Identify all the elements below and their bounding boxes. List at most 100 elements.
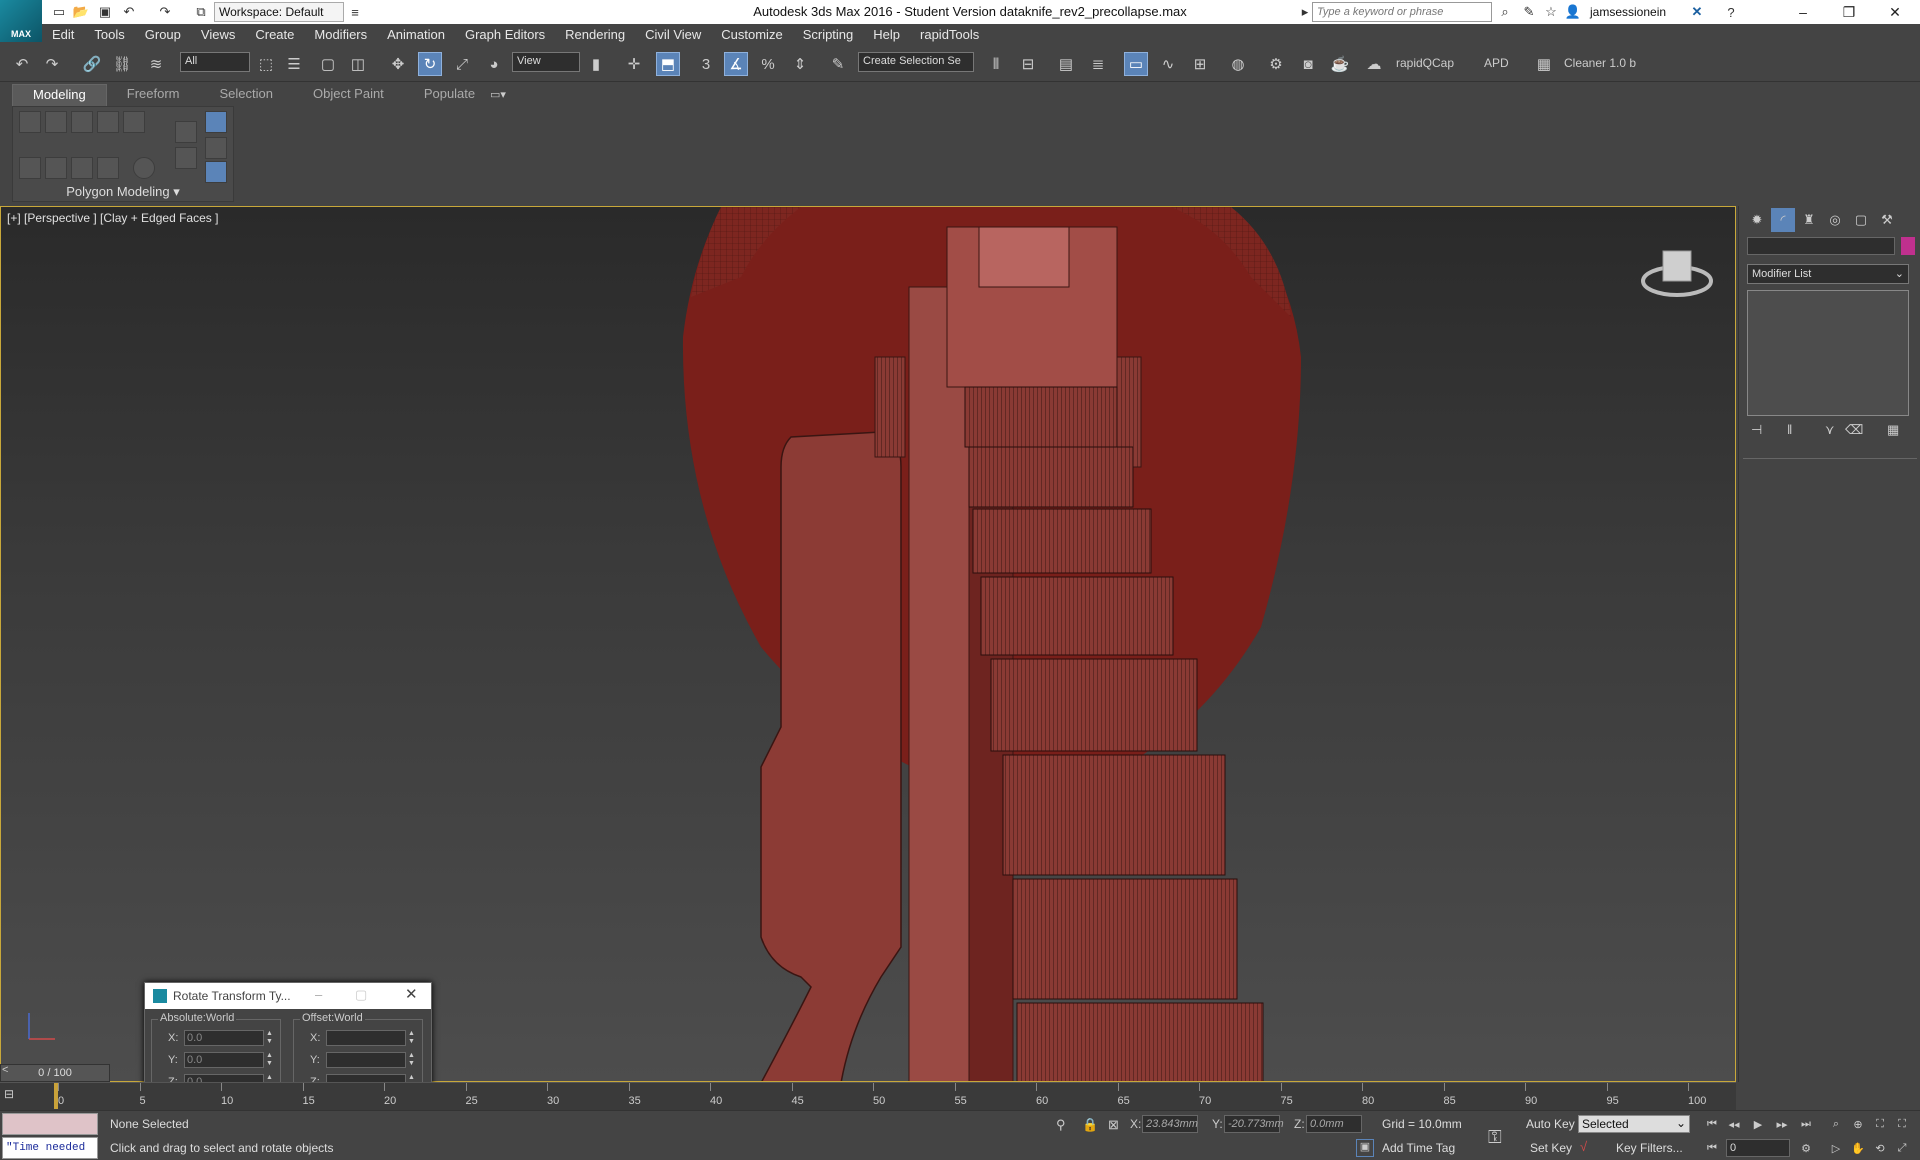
help-icon[interactable]: ? — [1722, 3, 1740, 21]
close-icon[interactable]: ✕ — [405, 985, 418, 1003]
restore-button[interactable]: ❐ — [1826, 0, 1872, 24]
off-x-spinner-icon[interactable]: ▲ ▼ — [408, 1030, 416, 1046]
field-of-view-icon[interactable]: ▷ — [1826, 1139, 1846, 1157]
ribbon-options-icon[interactable]: ▭▾ — [490, 88, 506, 101]
menu-graph-editors[interactable]: Graph Editors — [455, 24, 555, 46]
ribbon-tab-object-paint[interactable]: Object Paint — [293, 84, 404, 106]
menu-edit[interactable]: Edit — [42, 24, 84, 46]
ribbon-tab-populate[interactable]: Populate — [404, 84, 495, 106]
polygon-modeling-label[interactable]: Polygon Modeling ▾ — [12, 182, 234, 202]
absolute-mode-icon[interactable]: ⊠ — [1108, 1117, 1119, 1133]
set-keys-icon[interactable]: ⚿ — [1488, 1127, 1502, 1148]
named-selection-sets-dropdown[interactable]: Create Selection Se — [858, 52, 974, 72]
z-coord-field[interactable]: 0.0mm — [1306, 1115, 1362, 1133]
binoculars-icon[interactable]: ⌕ — [1496, 3, 1514, 21]
render-production-icon[interactable]: ☕ — [1328, 52, 1352, 76]
isolate-selection-icon[interactable]: ⚲ — [1056, 1117, 1066, 1133]
utilities-tab-icon[interactable]: ⚒ — [1875, 208, 1899, 232]
time-configuration-icon[interactable]: ⚙ — [1796, 1139, 1816, 1157]
go-to-end-icon[interactable]: ⏭ — [1796, 1115, 1816, 1133]
menu-views[interactable]: Views — [191, 24, 245, 46]
orbit-icon[interactable]: ⟲ — [1870, 1139, 1890, 1157]
favorites-icon[interactable]: ☆ — [1542, 3, 1560, 21]
remove-modifier-icon[interactable]: ⌫ — [1845, 422, 1863, 438]
key-mode-toggle-icon[interactable]: ⏮ — [1702, 1139, 1722, 1157]
key-mode-icon[interactable]: √ — [1580, 1139, 1587, 1154]
close-button[interactable]: ✕ — [1872, 0, 1918, 24]
previous-frame-icon[interactable]: ◂◂ — [1724, 1115, 1744, 1133]
perspective-viewport[interactable]: [+] [Perspective ] [Clay + Edged Faces ] — [0, 206, 1736, 1082]
edge-icon[interactable] — [45, 111, 67, 133]
menu-rendering[interactable]: Rendering — [555, 24, 635, 46]
rapidqcap-button[interactable]: rapidQCap — [1396, 56, 1454, 70]
hierarchy-tab-icon[interactable]: ♜ — [1797, 208, 1821, 232]
keyboard-shortcut-override-icon[interactable]: ⬒ — [656, 52, 680, 76]
viewport-label[interactable]: [+] [Perspective ] [Clay + Edged Faces ] — [7, 211, 218, 225]
maximize-icon[interactable]: ▢ — [355, 987, 367, 1003]
quick-access-menu-icon[interactable]: ≡ — [346, 3, 364, 21]
select-and-rotate-icon[interactable]: ↻ — [418, 52, 442, 76]
selection-lock-icon[interactable]: 🔒 — [1082, 1117, 1098, 1133]
zoom-extents-all-icon[interactable]: ⛶ — [1892, 1115, 1912, 1133]
vertex-icon[interactable] — [19, 111, 41, 133]
render-setup-icon[interactable]: ⚙ — [1264, 52, 1288, 76]
select-by-name-icon[interactable]: ☰ — [282, 52, 306, 76]
select-and-scale-icon[interactable]: ⤢ — [450, 52, 474, 76]
align-icon[interactable]: ⊟ — [1016, 52, 1040, 76]
redo-icon[interactable]: ↷ — [156, 3, 174, 21]
auto-key-button[interactable]: Auto Key — [1526, 1117, 1575, 1131]
ribbon-toggle-icon[interactable]: ▭ — [1124, 52, 1148, 76]
dialog-title[interactable]: Rotate Transform Ty... — [145, 983, 431, 1009]
maxscript-listener-output[interactable] — [2, 1113, 98, 1135]
material-editor-icon[interactable]: ◍ — [1226, 52, 1250, 76]
x-coord-field[interactable]: 23.843mm — [1142, 1115, 1198, 1133]
unlink-icon[interactable]: ⛓ — [110, 52, 134, 76]
select-object-icon[interactable]: ⬚ — [254, 52, 278, 76]
menu-create[interactable]: Create — [245, 24, 304, 46]
modifier-stack[interactable] — [1747, 290, 1909, 416]
pin-stack-icon[interactable]: ⊣ — [1751, 422, 1762, 438]
cleaner-button[interactable]: Cleaner 1.0 b — [1564, 56, 1636, 70]
menu-rapidtools[interactable]: rapidTools — [910, 24, 989, 46]
exchange-icon[interactable]: ✕ — [1688, 3, 1706, 21]
pin-stack-icon[interactable] — [175, 121, 197, 143]
viewcube-icon[interactable] — [1637, 231, 1717, 311]
add-time-tag-button[interactable]: Add Time Tag — [1382, 1141, 1455, 1155]
ribbon-tab-modeling[interactable]: Modeling — [12, 84, 107, 106]
modify-mode-icon[interactable] — [19, 157, 41, 179]
render-in-cloud-icon[interactable]: ☁ — [1362, 52, 1386, 76]
select-manipulate-icon[interactable]: ✛ — [622, 52, 646, 76]
previous-modifier-icon[interactable] — [205, 137, 227, 159]
cleaner-icon[interactable]: ▦ — [1532, 52, 1556, 76]
off-y-input[interactable] — [326, 1052, 406, 1068]
snaps-toggle-icon[interactable]: 3 — [694, 52, 718, 76]
user-name[interactable]: jamsessionein — [1590, 0, 1666, 24]
layer-explorer-icon[interactable]: ≣ — [1086, 52, 1110, 76]
reference-coordinate-dropdown[interactable]: View — [512, 52, 580, 72]
time-prev-icon[interactable]: < — [2, 1064, 8, 1076]
menu-scripting[interactable]: Scripting — [793, 24, 864, 46]
toggle-command-mode-icon[interactable] — [133, 157, 155, 179]
select-and-place-icon[interactable]: ◕ — [482, 52, 506, 76]
collapse-stack-icon[interactable] — [97, 157, 119, 179]
abs-y-spinner-icon[interactable]: ▲ ▼ — [266, 1052, 274, 1068]
project-folder-icon[interactable]: ⧉ — [192, 3, 210, 21]
ribbon-tab-freeform[interactable]: Freeform — [107, 84, 200, 106]
configure-modifier-sets-icon[interactable]: ▦ — [1887, 422, 1899, 438]
abs-x-input[interactable]: 0.0 — [184, 1030, 264, 1046]
curve-editor-icon[interactable]: ∿ — [1156, 52, 1180, 76]
pan-view-icon[interactable]: ✋ — [1848, 1139, 1868, 1157]
off-y-spinner-icon[interactable]: ▲ ▼ — [408, 1052, 416, 1068]
zoom-all-icon[interactable]: ⊕ — [1848, 1115, 1868, 1133]
schematic-view-icon[interactable]: ⊞ — [1188, 52, 1212, 76]
menu-modifiers[interactable]: Modifiers — [304, 24, 377, 46]
undo-icon[interactable]: ↶ — [120, 3, 138, 21]
search-input[interactable]: Type a keyword or phrase — [1312, 2, 1492, 22]
off-x-input[interactable] — [326, 1030, 406, 1046]
select-and-link-icon[interactable]: 🔗 — [80, 52, 104, 76]
next-modifier-icon[interactable] — [205, 111, 227, 133]
object-name-input[interactable] — [1747, 237, 1895, 255]
generate-topology-icon[interactable] — [205, 161, 227, 183]
maxscript-mini-listener[interactable]: "Time needed — [2, 1137, 98, 1159]
y-coord-field[interactable]: -20.773mm — [1224, 1115, 1284, 1133]
